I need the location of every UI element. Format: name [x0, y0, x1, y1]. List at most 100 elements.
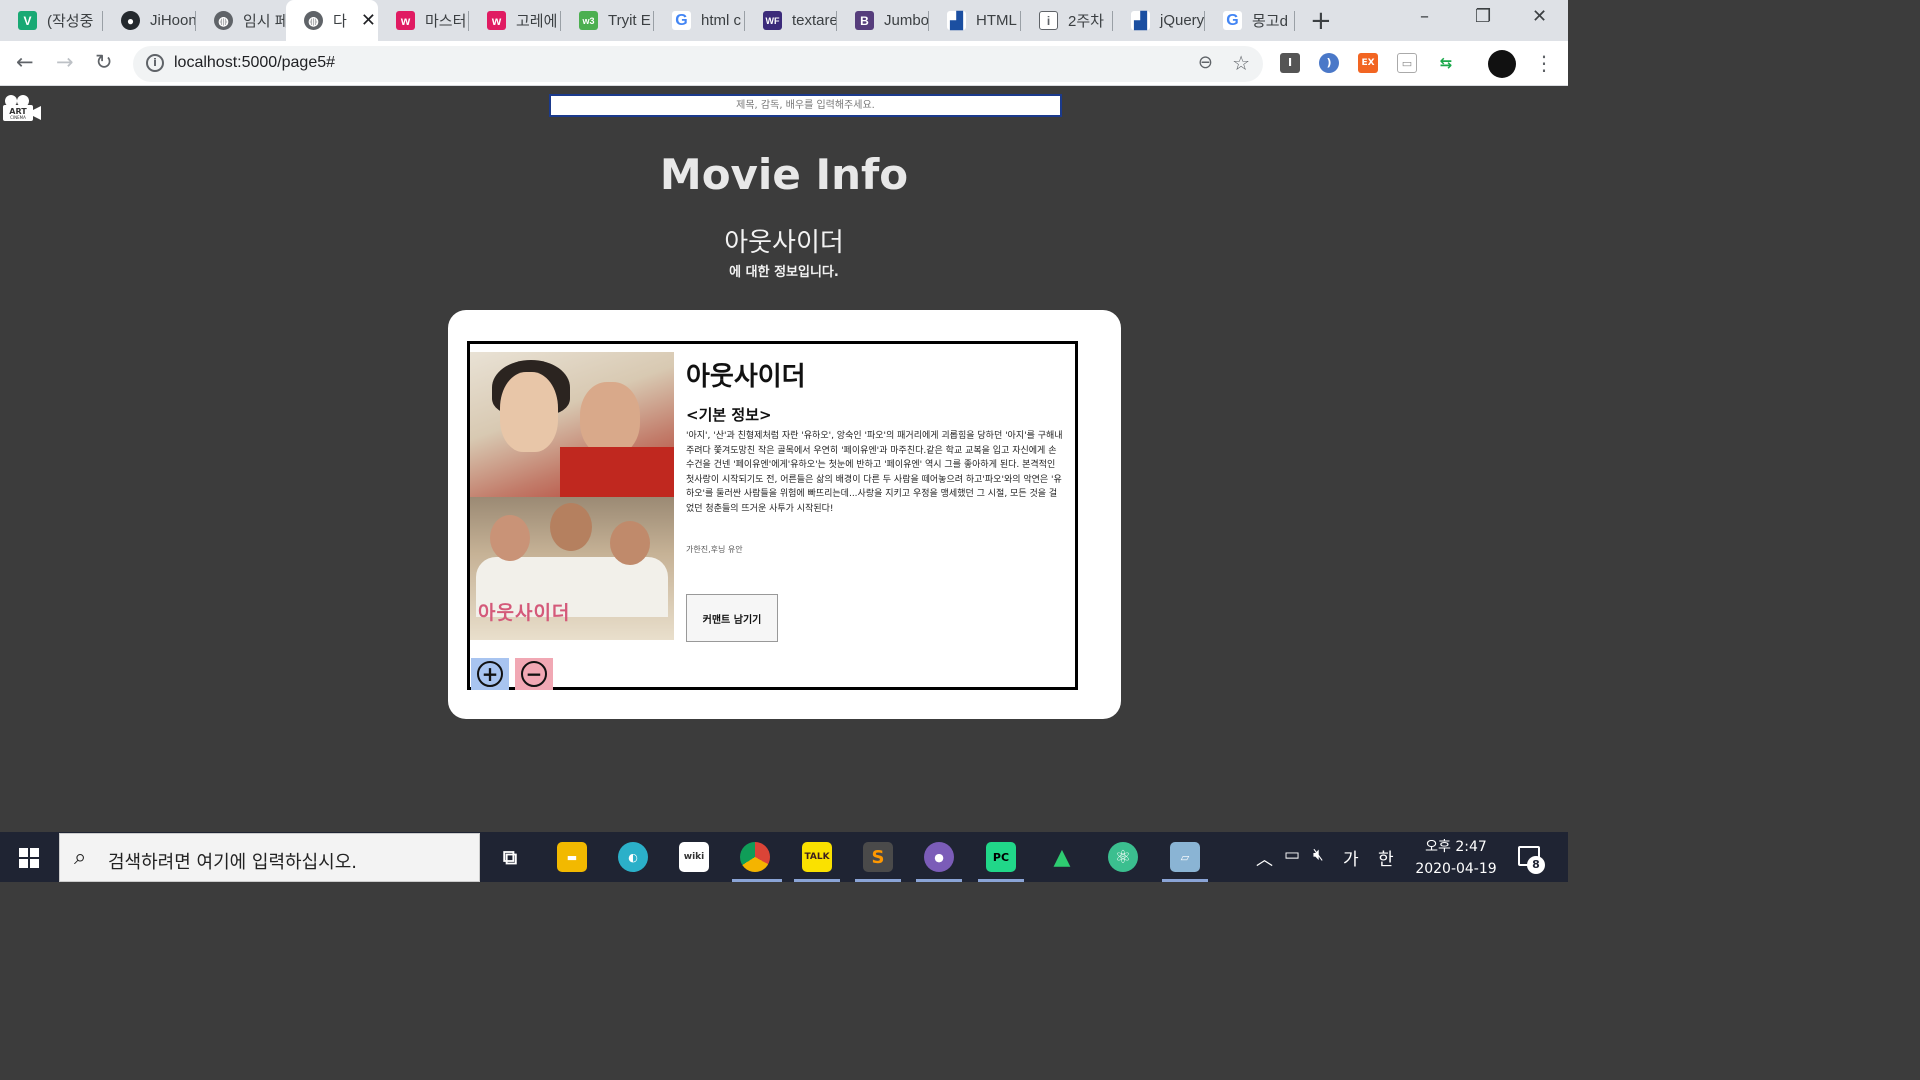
taskbar: ⌕ 검색하려면 여기에 입력하십시오. ⧉ ▬ ◐ wiki TALK S ● … [0, 832, 1568, 882]
browser-app-icon[interactable]: ◐ [618, 842, 648, 872]
clock-time: 오후 2:47 [1425, 839, 1487, 855]
info-icon[interactable]: i [146, 54, 164, 72]
atom-icon[interactable]: ⚛ [1108, 842, 1138, 872]
page-title: Movie Info [659, 150, 909, 199]
pycharm-icon[interactable]: PC [986, 842, 1016, 872]
page: ART CINEMA 제목, 감독, 배우를 입력해주세요. Movie Inf… [0, 86, 1568, 832]
chart-icon: ▟ [947, 11, 966, 30]
url-text: localhost:5000/page5# [174, 54, 336, 71]
tab-label: JiHoon [150, 12, 196, 29]
tab-0[interactable]: V (작성중 [0, 0, 103, 41]
movie-search-input[interactable]: 제목, 감독, 배우를 입력해주세요. [549, 94, 1062, 117]
v-icon: V [18, 11, 37, 30]
restore-icon[interactable]: ❐ [1475, 6, 1491, 27]
tab-label: 마스터 [425, 13, 467, 30]
sublime-text-icon[interactable]: S [863, 842, 893, 872]
movie-card-container: 아웃사이더 아웃사이더 <기본 정보> '아지', '산'과 친형제처럼 자란 … [448, 310, 1121, 719]
menu-icon[interactable]: ⋮ [1534, 51, 1554, 75]
tab-1[interactable]: ● JiHoon [103, 0, 196, 41]
tab-13[interactable]: G 몽고d [1205, 0, 1295, 41]
tab-label: 몽고d [1252, 13, 1288, 30]
clock[interactable]: 오후 2:47 2020-04-19 [1414, 836, 1498, 880]
tab-label: 2주차 [1068, 13, 1104, 30]
plus-circle-icon: + [477, 661, 503, 687]
tab-strip: V (작성중 ● JiHoon ◍ 임시 페 ◍ 다 ✕ w 마스터 w 고레에… [0, 0, 1568, 41]
movie-poster: 아웃사이더 [470, 352, 674, 640]
svg-text:CINEMA: CINEMA [10, 115, 26, 120]
clock-date: 2020-04-19 [1415, 861, 1497, 877]
w3-icon: w3 [579, 11, 598, 30]
tab-6[interactable]: w3 Tryit E [561, 0, 654, 41]
tab-4[interactable]: w 마스터 [378, 0, 469, 41]
tab-label: Jumbo [884, 12, 929, 29]
zoom-icon[interactable]: ⊖ [1198, 52, 1213, 73]
windows-start-icon[interactable] [19, 848, 39, 868]
rocket-app-icon[interactable]: ▲ [1047, 842, 1077, 872]
github-icon: ● [121, 11, 140, 30]
wf-icon: WF [763, 11, 782, 30]
tab-label: 다 [333, 13, 347, 30]
art-cinema-logo[interactable]: ART CINEMA [2, 94, 42, 122]
movie-title: 아웃사이더 [686, 362, 806, 392]
notepad-app-icon[interactable]: ▱ [1170, 842, 1200, 872]
taskbar-search-placeholder: 검색하려면 여기에 입력하십시오. [108, 852, 358, 873]
chrome-icon[interactable] [740, 842, 770, 872]
basic-info-heading: <기본 정보> [686, 406, 772, 424]
extension-green-icon[interactable]: ⇆ [1436, 53, 1456, 73]
leave-comment-button[interactable]: 커맨트 남기기 [686, 594, 778, 642]
w-icon: w [487, 11, 506, 30]
movie-synopsis: '아지', '산'과 친형제처럼 자란 '유하오', 앙숙인 '파오'의 패거리… [686, 431, 1063, 514]
github-desktop-icon[interactable]: ● [924, 842, 954, 872]
w-icon: w [396, 11, 415, 30]
minimize-icon[interactable]: – [1420, 6, 1429, 27]
address-bar[interactable]: i localhost:5000/page5# ⊖ ☆ [133, 46, 1263, 82]
file-explorer-icon[interactable]: ▬ [557, 842, 587, 872]
close-icon[interactable]: ✕ [361, 10, 376, 31]
task-view-icon[interactable]: ⧉ [495, 842, 525, 872]
extension-blue-icon[interactable]: ) [1319, 53, 1339, 73]
ime-language[interactable]: 가 [1343, 845, 1359, 870]
tab-3-active[interactable]: ◍ 다 ✕ [286, 0, 378, 41]
notification-badge: 8 [1527, 856, 1545, 874]
tab-8[interactable]: WF textare [745, 0, 837, 41]
extension-i-icon[interactable]: I [1280, 53, 1300, 73]
poster-title: 아웃사이더 [478, 602, 571, 624]
tab-2[interactable]: ◍ 임시 페 [196, 0, 286, 41]
bookmark-star-icon[interactable]: ☆ [1232, 51, 1250, 75]
forward-icon[interactable]: → [56, 50, 74, 74]
extension-ex-icon[interactable]: EX [1358, 53, 1378, 73]
tab-label: (작성중 [47, 13, 94, 30]
movie-name-heading: 아웃사이더 [724, 228, 844, 258]
tab-9[interactable]: B Jumbo [837, 0, 929, 41]
tab-7[interactable]: G html c [654, 0, 745, 41]
chevron-up-icon[interactable]: ︿ [1256, 845, 1273, 870]
tab-12[interactable]: ▟ jQuery [1113, 0, 1205, 41]
tab-label: HTML [976, 12, 1017, 29]
movie-cast: 가한진,후닝 유안 [686, 545, 743, 554]
new-tab-icon[interactable]: + [1310, 6, 1332, 36]
doc-icon: i [1039, 11, 1058, 30]
window-close-icon[interactable]: ✕ [1532, 6, 1547, 27]
speaker-muted-icon[interactable]: 🔇︎ [1313, 845, 1324, 865]
tab-label: html c [701, 12, 742, 29]
wikidocs-icon[interactable]: wiki [679, 842, 709, 872]
profile-avatar[interactable] [1488, 50, 1516, 78]
minus-button[interactable]: − [515, 658, 553, 690]
tab-label: jQuery [1160, 12, 1205, 29]
kakaotalk-icon[interactable]: TALK [802, 842, 832, 872]
reload-icon[interactable]: ↻ [95, 50, 113, 74]
battery-icon[interactable]: ▭ [1284, 845, 1300, 865]
chart-icon: ▟ [1131, 11, 1150, 30]
tab-10[interactable]: ▟ HTML [929, 0, 1021, 41]
back-icon[interactable]: ← [16, 50, 34, 74]
tab-11[interactable]: i 2주차 [1021, 0, 1113, 41]
globe-icon: ◍ [304, 11, 323, 30]
ime-mode[interactable]: 한 [1378, 845, 1394, 870]
search-icon: ⌕ [74, 845, 87, 870]
extension-window-icon[interactable]: ▭ [1397, 53, 1417, 73]
plus-button[interactable]: + [471, 658, 509, 690]
minus-circle-icon: − [521, 661, 547, 687]
taskbar-search-input[interactable]: ⌕ 검색하려면 여기에 입력하십시오. [59, 833, 480, 882]
bootstrap-icon: B [855, 11, 874, 30]
tab-5[interactable]: w 고레에 [469, 0, 561, 41]
